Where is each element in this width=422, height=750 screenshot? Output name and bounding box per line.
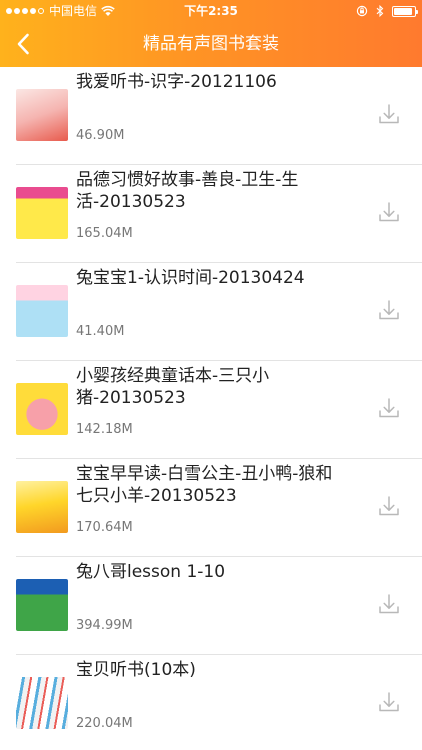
item-size: 165.04M [76, 226, 133, 241]
item-title: 宝贝听书(10本) [76, 660, 196, 680]
item-size: 220.04M [76, 716, 133, 731]
list-item[interactable]: 品德习惯好故事-善良-卫生-生活-20130523 165.04M [0, 165, 422, 263]
download-icon[interactable] [376, 395, 402, 421]
download-icon[interactable] [376, 493, 402, 519]
download-icon[interactable] [376, 199, 402, 225]
item-size: 41.40M [76, 324, 125, 339]
download-icon[interactable] [376, 689, 402, 715]
book-cover-image [16, 285, 68, 337]
list-item[interactable]: 兔八哥lesson 1-10 394.99M [0, 557, 422, 655]
list-item[interactable]: 兔宝宝1-认识时间-20130424 41.40M [0, 263, 422, 361]
book-cover-image [16, 481, 68, 533]
item-size: 142.18M [76, 422, 133, 437]
book-cover-image [16, 383, 68, 435]
book-cover-image [16, 579, 68, 631]
list-item[interactable]: 小婴孩经典童话本-三只小猪-20130523 142.18M [0, 361, 422, 459]
book-cover-image [16, 187, 68, 239]
list-item[interactable]: 宝宝早早读-白雪公主-丑小鸭-狼和七只小羊-20130523 170.64M [0, 459, 422, 557]
item-size: 46.90M [76, 128, 125, 143]
item-size: 394.99M [76, 618, 133, 633]
item-title: 宝宝早早读-白雪公主-丑小鸭-狼和七只小羊-20130523 [76, 464, 333, 506]
back-button[interactable] [8, 28, 38, 60]
page-title: 精品有声图书套装 [143, 34, 279, 54]
item-title: 小婴孩经典童话本-三只小猪-20130523 [76, 366, 270, 408]
header: 中国电信 下午2:35 精品有声图书套装 [0, 0, 422, 67]
item-title: 兔八哥lesson 1-10 [76, 562, 226, 582]
battery-icon [392, 5, 418, 17]
download-icon[interactable] [376, 101, 402, 127]
book-cover-image [16, 89, 68, 141]
item-title: 兔宝宝1-认识时间-20130424 [76, 268, 305, 288]
status-bar: 中国电信 下午2:35 [0, 0, 422, 22]
book-list: 我爱听书-识字-20121106 46.90M 品德习惯好故事-善良-卫生-生活… [0, 67, 422, 750]
item-title: 我爱听书-识字-20121106 [76, 72, 277, 92]
chevron-left-icon [17, 33, 29, 55]
bluetooth-icon [376, 5, 384, 17]
status-right [356, 0, 418, 22]
book-cover-image [16, 677, 68, 729]
rotation-lock-icon [356, 5, 368, 17]
battery-level [394, 7, 412, 15]
list-item[interactable]: 宝贝听书(10本) 220.04M [0, 655, 422, 750]
list-item[interactable]: 我爱听书-识字-20121106 46.90M [0, 67, 422, 165]
download-icon[interactable] [376, 591, 402, 617]
download-icon[interactable] [376, 297, 402, 323]
item-title: 品德习惯好故事-善良-卫生-生活-20130523 [76, 170, 299, 212]
item-size: 170.64M [76, 520, 133, 535]
